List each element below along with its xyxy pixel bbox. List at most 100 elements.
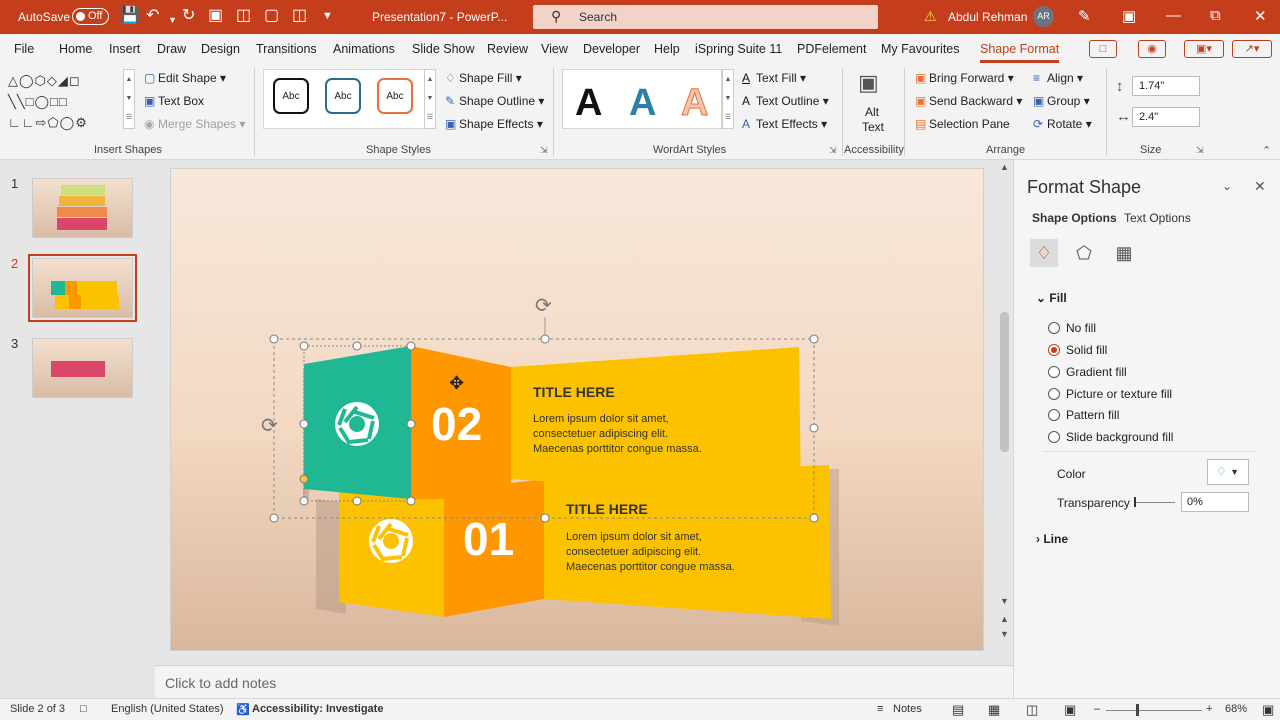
tab-transitions[interactable]: Transitions (256, 42, 317, 56)
tab-developer[interactable]: Developer (583, 42, 640, 56)
radio-no-fill[interactable]: No fill (1048, 321, 1096, 335)
text-outline-button[interactable]: A Text Outline ▾ (742, 94, 829, 108)
notes-button[interactable]: Notes (893, 703, 922, 715)
pen-icon[interactable]: ✎ (1078, 7, 1091, 25)
comments-icon[interactable]: □ (1089, 40, 1117, 58)
notes-icon[interactable]: ≡ (877, 703, 883, 715)
notes-pane[interactable]: Click to add notes (155, 665, 1013, 698)
text-effects-button[interactable]: A Text Effects ▾ (742, 117, 827, 131)
tab-my-favourites[interactable]: My Favourites (881, 42, 960, 56)
rotate-handle-icon[interactable]: ⟳ (261, 415, 278, 437)
fill-line-icon[interactable]: ♢ (1030, 239, 1058, 267)
step-02-body-line3[interactable]: Maecenas porttitor congue massa. (533, 443, 702, 455)
screenshot-icon[interactable]: ▢ (264, 7, 279, 25)
wordart-more[interactable]: ▲ ▼ ☰ (722, 69, 734, 129)
tab-file[interactable]: File (14, 42, 34, 56)
tab-view[interactable]: View (541, 42, 568, 56)
tab-pdfelement[interactable]: PDFelement (797, 42, 866, 56)
step-01-body-line1[interactable]: Lorem ipsum dolor sit amet, (566, 531, 702, 543)
user-name[interactable]: Abdul Rehman (948, 10, 1027, 24)
search-box[interactable]: ⚲ Search (533, 5, 878, 29)
undo-icon[interactable]: ↶ (146, 7, 159, 25)
tab-review[interactable]: Review (487, 42, 528, 56)
wordart-black-sample[interactable]: A (575, 82, 602, 125)
collapse-ribbon-icon[interactable]: ⌃ (1262, 144, 1271, 157)
redo-icon[interactable]: ↻ (182, 7, 195, 25)
step-01-body-line3[interactable]: Maecenas porttitor congue massa. (566, 561, 735, 573)
wordart-launcher-icon[interactable]: ⇲ (829, 145, 837, 156)
adjustment-handle[interactable] (299, 474, 309, 484)
editor-vertical-scrollbar[interactable]: ▲ ▼ ▲ ▼ (998, 162, 1013, 648)
shapes-gallery[interactable]: △◯⬡◇◢◻ ╲╲□◯□□ ∟∟⇨⬠◯⚙ (8, 70, 122, 130)
style-swatch-orange[interactable]: Abc (377, 78, 413, 114)
alt-text-line2[interactable]: Text (862, 120, 884, 134)
tab-animations[interactable]: Animations (333, 42, 395, 56)
share-icon[interactable]: ↗▾ (1232, 40, 1272, 58)
shape-effects-button[interactable]: ▣ Shape Effects ▾ (445, 117, 543, 131)
undo-dropdown-icon[interactable]: ▼ (168, 11, 177, 29)
normal-view-icon[interactable]: ▤ (952, 702, 964, 718)
transparency-slider-handle[interactable] (1134, 497, 1136, 507)
shape-styles-more[interactable]: ▲ ▼ ☰ (424, 69, 436, 129)
radio-gradient-fill[interactable]: Gradient fill (1048, 365, 1127, 379)
tab-shape-format[interactable]: Shape Format (980, 42, 1060, 63)
effects-icon[interactable]: ⬠ (1070, 239, 1098, 267)
slide-sorter-icon[interactable]: ▦ (988, 702, 1000, 718)
shape-fill-button[interactable]: ♢ Shape Fill ▾ (445, 71, 522, 85)
radio-picture-fill[interactable]: Picture or texture fill (1048, 387, 1172, 401)
zoom-slider[interactable] (1106, 710, 1202, 711)
step-02-title[interactable]: TITLE HERE (533, 384, 615, 400)
step-02-number[interactable]: 02 (431, 397, 482, 451)
size-properties-icon[interactable]: ▦ (1110, 239, 1138, 267)
scroll-thumb[interactable] (1000, 312, 1009, 452)
height-field[interactable]: 1.74" (1132, 76, 1200, 96)
shapes-gallery-more[interactable]: ▲ ▼ ☰ (123, 69, 135, 129)
style-swatch-black[interactable]: Abc (273, 78, 309, 114)
text-fill-button[interactable]: A Text Fill ▾ (742, 71, 806, 85)
save-icon[interactable]: 💾 (120, 7, 140, 25)
pdf-icon[interactable]: ◫ (292, 7, 307, 25)
new-slide-icon[interactable]: ◫ (236, 7, 251, 25)
record-icon[interactable]: ◉ (1138, 40, 1166, 58)
step-01-title[interactable]: TITLE HERE (566, 501, 648, 517)
accessibility-status[interactable]: Accessibility: Investigate (252, 703, 383, 715)
shape-styles-launcher-icon[interactable]: ⇲ (540, 145, 548, 156)
slide-canvas[interactable]: ⟳ ⟳ ✥ 02 TITLE HERE Lorem ipsum dolor si… (170, 168, 984, 651)
style-swatch-blue[interactable]: Abc (325, 78, 361, 114)
edit-shape-button[interactable]: ▢ Edit Shape ▾ (144, 71, 226, 85)
line-section-header[interactable]: › Line (1036, 532, 1068, 546)
step-01-number[interactable]: 01 (463, 512, 514, 566)
step-02-body-line2[interactable]: consectetuer adipiscing elit. (533, 428, 668, 440)
fill-section-header[interactable]: ⌄ Fill (1036, 291, 1067, 305)
color-picker-button[interactable]: ♢ ▼ (1207, 459, 1249, 485)
fit-slide-icon[interactable]: ▣ (1262, 702, 1274, 718)
tab-insert[interactable]: Insert (109, 42, 140, 56)
previous-slide-icon[interactable]: ▲ (1000, 614, 1009, 624)
merge-shapes-button[interactable]: ◉ Merge Shapes ▾ (144, 117, 245, 131)
width-field[interactable]: 2.4" (1132, 107, 1200, 127)
transparency-slider[interactable] (1135, 502, 1175, 503)
slide-counter[interactable]: Slide 2 of 3 (10, 703, 65, 715)
present-teams-icon[interactable]: ▣▾ (1184, 40, 1224, 58)
slide-thumbnail-3[interactable] (32, 338, 133, 398)
step-02-body-line1[interactable]: Lorem ipsum dolor sit amet, (533, 413, 669, 425)
selection-pane-button[interactable]: ▤ Selection Pane (915, 117, 1010, 131)
size-launcher-icon[interactable]: ⇲ (1196, 145, 1204, 156)
send-backward-button[interactable]: ▣ Send Backward ▾ (915, 94, 1022, 108)
slide-thumbnail-2[interactable] (28, 254, 137, 322)
next-slide-icon[interactable]: ▼ (1000, 629, 1009, 639)
customize-qat-icon[interactable]: ▼ (322, 7, 333, 25)
reading-view-icon[interactable]: ◫ (1026, 702, 1038, 718)
step-01-body-line2[interactable]: consectetuer adipiscing elit. (566, 546, 701, 558)
tab-shape-options[interactable]: Shape Options (1032, 211, 1117, 225)
slide-thumbnail-1[interactable] (32, 178, 133, 238)
pane-options-chevron-icon[interactable]: ⌄ (1222, 179, 1232, 193)
avatar[interactable]: AR (1033, 6, 1054, 27)
tab-home[interactable]: Home (59, 42, 92, 56)
zoom-in-icon[interactable]: + (1206, 703, 1212, 715)
align-button[interactable]: ≡ Align ▾ (1033, 71, 1083, 85)
tab-ispring[interactable]: iSpring Suite 11 (695, 42, 782, 56)
text-box-button[interactable]: ▣ Text Box (144, 94, 204, 108)
alt-text-icon[interactable]: ▣ (858, 70, 879, 96)
zoom-level[interactable]: 68% (1225, 703, 1247, 715)
